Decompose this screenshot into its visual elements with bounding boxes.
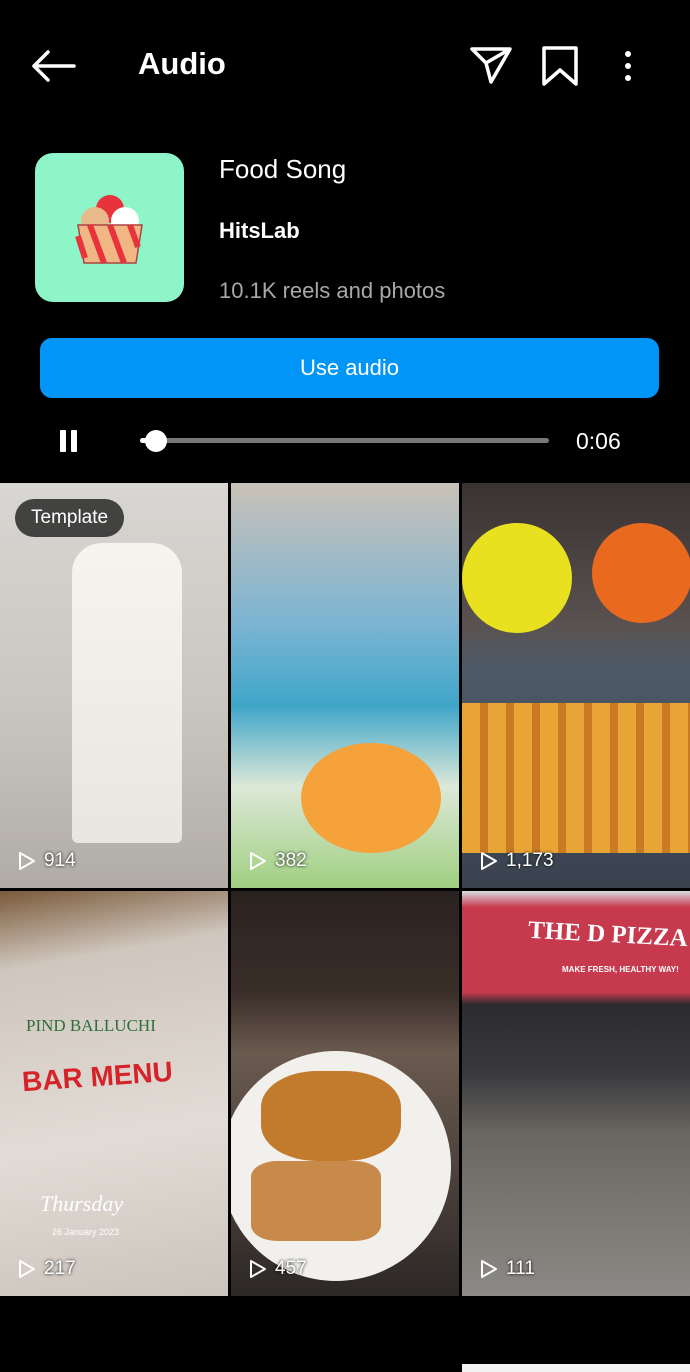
- view-count: 1,173: [506, 850, 554, 871]
- pause-icon[interactable]: [59, 430, 79, 452]
- back-arrow-icon[interactable]: [30, 48, 76, 84]
- play-icon: [19, 852, 35, 870]
- photo-text: 26 January 2023: [52, 1227, 120, 1237]
- ice-cream-cup-icon: [75, 195, 143, 265]
- play-icon: [250, 1260, 266, 1278]
- reels-count: 10.1K reels and photos: [219, 278, 446, 303]
- photo-text: THE D PIZZA: [527, 916, 689, 953]
- reel-tile[interactable]: PIND BALLUCHI BAR MENU Thursday 26 Janua…: [0, 891, 228, 1296]
- audio-cover-art: [35, 153, 184, 302]
- more-options-icon[interactable]: [620, 50, 636, 82]
- play-icon: [481, 1260, 497, 1278]
- play-icon: [481, 852, 497, 870]
- view-count: 382: [275, 850, 307, 871]
- use-audio-button[interactable]: Use audio: [40, 338, 659, 398]
- reel-tile[interactable]: THE D PIZZA MAKE FRESH, HEALTHY WAY! 111: [462, 891, 690, 1296]
- page-title: Audio: [138, 46, 226, 81]
- reel-tile[interactable]: 382: [231, 483, 459, 888]
- photo-text: BAR MENU: [21, 1055, 174, 1098]
- audio-scrubber-handle[interactable]: [145, 430, 168, 452]
- play-icon: [19, 1260, 35, 1278]
- next-row-tile-partial[interactable]: [462, 1364, 690, 1372]
- play-icon: [250, 852, 266, 870]
- view-count: 457: [275, 1258, 307, 1279]
- view-count: 914: [44, 850, 76, 871]
- photo-text: Thursday: [40, 1191, 124, 1216]
- template-badge: Template: [15, 499, 125, 537]
- bookmark-icon[interactable]: [541, 45, 579, 87]
- photo-text: MAKE FRESH, HEALTHY WAY!: [562, 965, 679, 974]
- song-title: Food Song: [219, 154, 347, 184]
- send-icon[interactable]: [469, 45, 513, 85]
- audio-progress-track[interactable]: [140, 438, 549, 443]
- reel-tile[interactable]: Template 914: [0, 483, 228, 888]
- photo-text: PIND BALLUCHI: [26, 1016, 156, 1035]
- audio-time: 0:06: [576, 428, 621, 454]
- view-count: 111: [506, 1258, 535, 1279]
- view-count: 217: [44, 1258, 76, 1279]
- reel-tile[interactable]: 1,173: [462, 483, 690, 888]
- reel-tile[interactable]: 457: [231, 891, 459, 1296]
- artist-name[interactable]: HitsLab: [219, 218, 300, 244]
